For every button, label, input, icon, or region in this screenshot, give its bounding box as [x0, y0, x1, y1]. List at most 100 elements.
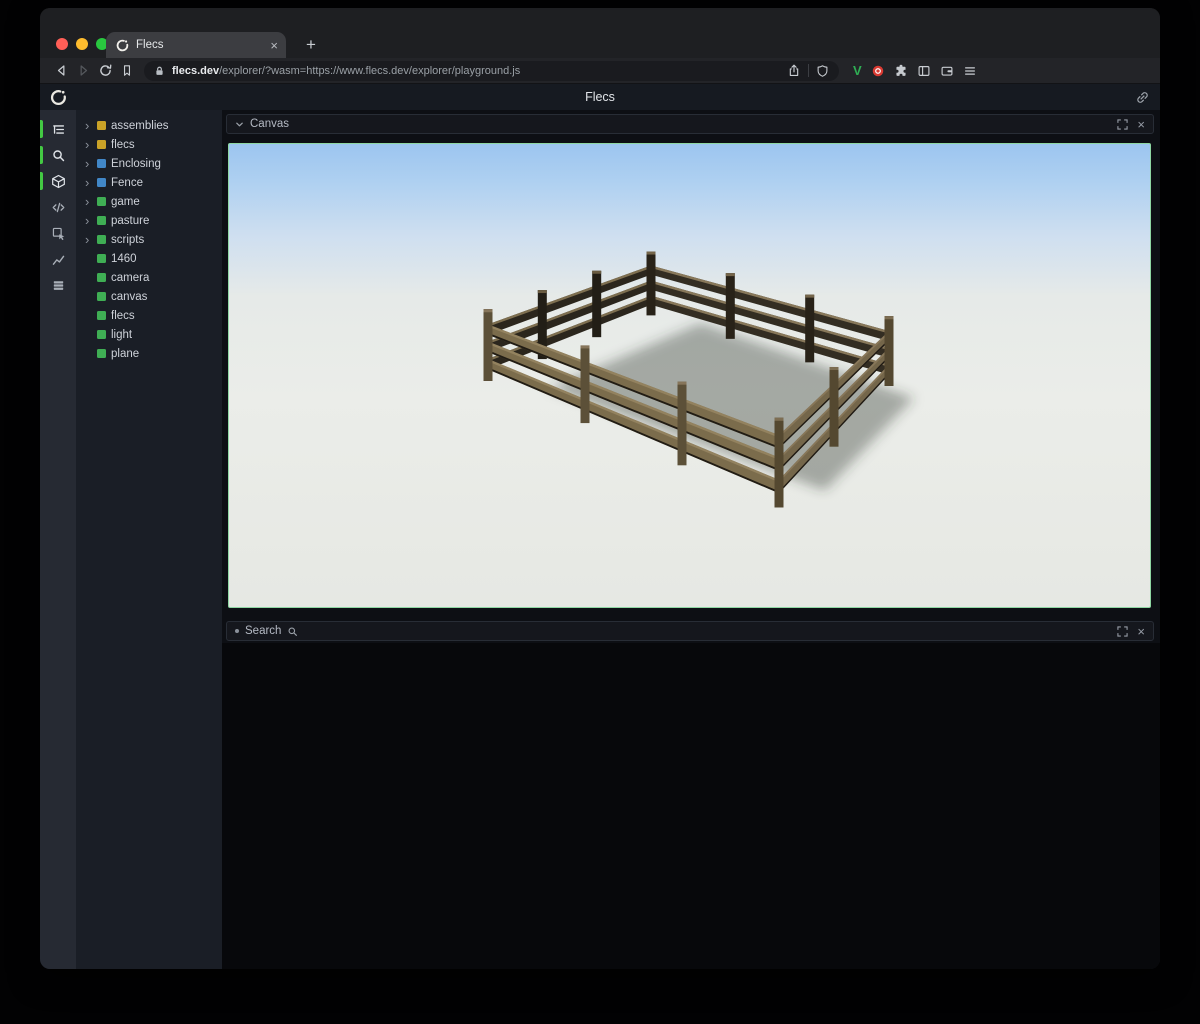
tree-item[interactable]: › flecs: [76, 306, 222, 325]
url-bar[interactable]: flecs.dev/explorer/?wasm=https://www.fle…: [144, 61, 839, 81]
url-domain: flecs.dev: [172, 65, 219, 77]
entity-label: flecs: [111, 139, 135, 151]
stats-icon[interactable]: [40, 246, 76, 272]
close-icon[interactable]: ×: [1137, 118, 1145, 131]
url-text: flecs.dev/explorer/?wasm=https://www.fle…: [172, 65, 773, 77]
search-icon[interactable]: [40, 142, 76, 168]
new-tab-button[interactable]: +: [298, 32, 324, 58]
flecs-explorer-app: Flecs: [40, 84, 1160, 969]
entity-color-swatch: [97, 330, 106, 339]
entity-label: assemblies: [111, 120, 169, 132]
chevron-down-icon[interactable]: [235, 120, 244, 129]
traffic-lights: [56, 38, 108, 50]
desktop: Flecs × + flecs: [0, 0, 1200, 1024]
tree-icon[interactable]: [40, 116, 76, 142]
expand-arrow-icon[interactable]: ›: [85, 233, 92, 247]
browser-tab[interactable]: Flecs ×: [106, 32, 286, 58]
entity-label: Enclosing: [111, 158, 161, 170]
side-panel-icon[interactable]: [917, 64, 931, 78]
shield-icon[interactable]: [816, 64, 829, 78]
tree-item[interactable]: › light: [76, 325, 222, 344]
entity-label: flecs: [111, 310, 135, 322]
canvas-3d-viewport[interactable]: [228, 143, 1151, 608]
expand-arrow-icon[interactable]: ›: [85, 119, 92, 133]
entity-color-swatch: [97, 178, 106, 187]
cube-icon[interactable]: [40, 168, 76, 194]
entity-label: canvas: [111, 291, 147, 303]
entity-label: game: [111, 196, 140, 208]
url-path: /explorer/?wasm=https://www.flecs.dev/ex…: [219, 65, 520, 77]
tree-item[interactable]: › game: [76, 192, 222, 211]
expand-arrow-icon[interactable]: ›: [85, 176, 92, 190]
tab-title: Flecs: [136, 39, 263, 51]
tree-item[interactable]: › assemblies: [76, 116, 222, 135]
entity-color-swatch: [97, 216, 106, 225]
share-icon[interactable]: [787, 63, 801, 78]
tree-item[interactable]: › camera: [76, 268, 222, 287]
tree-item[interactable]: › Fence: [76, 173, 222, 192]
canvas-panel-header[interactable]: Canvas ×: [226, 114, 1154, 134]
v-extension-icon[interactable]: V: [853, 64, 862, 77]
lock-icon: [154, 65, 165, 77]
app-title: Flecs: [40, 90, 1160, 104]
panel-marker-icon[interactable]: [235, 629, 239, 633]
inspector-icon[interactable]: [40, 220, 76, 246]
extensions-puzzle-icon[interactable]: [894, 64, 908, 78]
tab-strip: Flecs × +: [40, 8, 1160, 58]
reload-button[interactable]: [94, 63, 116, 79]
forward-button[interactable]: [72, 63, 94, 79]
browser-toolbar: flecs.dev/explorer/?wasm=https://www.fle…: [40, 58, 1160, 84]
tree-item[interactable]: › 1460: [76, 249, 222, 268]
expand-icon[interactable]: [1117, 119, 1128, 130]
entity-label: light: [111, 329, 132, 341]
entity-tree: › assemblies › flecs › Enclosing ›: [76, 110, 222, 969]
tree-item[interactable]: › plane: [76, 344, 222, 363]
expand-arrow-icon[interactable]: ›: [85, 214, 92, 228]
red-extension-icon[interactable]: [871, 64, 885, 78]
menu-icon[interactable]: [963, 64, 977, 78]
entity-color-swatch: [97, 197, 106, 206]
magnifier-icon: [287, 626, 298, 637]
close-icon[interactable]: ×: [1137, 625, 1145, 638]
divider: [808, 64, 809, 77]
share-link-icon[interactable]: [1135, 90, 1150, 105]
back-button[interactable]: [50, 63, 72, 79]
close-window-button[interactable]: [56, 38, 68, 50]
wallet-icon[interactable]: [940, 64, 954, 78]
extension-row: V: [853, 64, 977, 78]
main-panel-area: Canvas ×: [222, 110, 1160, 969]
tree-item[interactable]: › scripts: [76, 230, 222, 249]
entity-color-swatch: [97, 273, 106, 282]
tree-item[interactable]: › pasture: [76, 211, 222, 230]
entity-color-swatch: [97, 349, 106, 358]
search-panel-content: [222, 643, 1160, 969]
tree-item[interactable]: › flecs: [76, 135, 222, 154]
entity-color-swatch: [97, 235, 106, 244]
flecs-favicon-icon: [116, 39, 129, 52]
memory-icon[interactable]: [40, 272, 76, 298]
canvas-viewport-wrapper: [228, 143, 1151, 608]
expand-arrow-icon[interactable]: ›: [85, 138, 92, 152]
panel-icon-strip: [40, 110, 76, 969]
expand-arrow-icon[interactable]: ›: [85, 157, 92, 171]
entity-label: plane: [111, 348, 139, 360]
expand-arrow-icon[interactable]: ›: [85, 195, 92, 209]
entity-color-swatch: [97, 140, 106, 149]
entity-label: camera: [111, 272, 149, 284]
browser-window: Flecs × + flecs: [40, 8, 1160, 969]
tab-close-icon[interactable]: ×: [270, 39, 278, 52]
app-header: Flecs: [40, 84, 1160, 110]
entity-label: scripts: [111, 234, 144, 246]
entity-color-swatch: [97, 254, 106, 263]
entity-label: Fence: [111, 177, 143, 189]
entity-color-swatch: [97, 311, 106, 320]
fence-scene: [229, 144, 1150, 607]
search-panel-header[interactable]: Search ×: [226, 621, 1154, 641]
tree-item[interactable]: › Enclosing: [76, 154, 222, 173]
expand-icon[interactable]: [1117, 626, 1128, 637]
code-icon[interactable]: [40, 194, 76, 220]
bookmark-icon[interactable]: [116, 63, 138, 79]
minimize-window-button[interactable]: [76, 38, 88, 50]
tree-item[interactable]: › canvas: [76, 287, 222, 306]
entity-color-swatch: [97, 121, 106, 130]
